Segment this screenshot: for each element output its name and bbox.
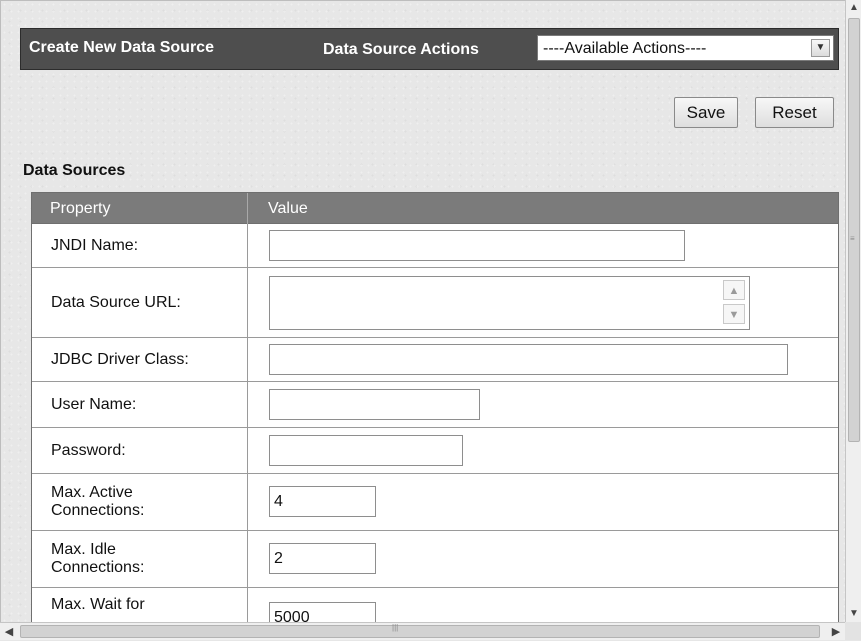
table-row: Password: — [32, 428, 838, 474]
jndi-name-input[interactable] — [269, 230, 685, 261]
header-bar: Create New Data Source Data Source Actio… — [20, 28, 839, 70]
row-label: Data Source URL: — [32, 268, 248, 337]
row-value: ▲ ▼ — [249, 268, 838, 337]
column-header-value: Value — [268, 200, 308, 217]
textarea-scrollbar[interactable]: ▲ ▼ — [723, 280, 745, 326]
actions-select-value: ----Available Actions---- — [543, 40, 707, 57]
row-value: 4 — [249, 474, 838, 530]
table-row: User Name: — [32, 382, 838, 428]
chevron-down-icon[interactable]: ▼ — [811, 39, 830, 57]
row-value: 5000 — [249, 588, 838, 622]
row-label: Max. Wait for — [32, 588, 248, 622]
row-label-text: Password: — [51, 441, 126, 459]
vertical-scroll-thumb[interactable] — [848, 18, 860, 442]
table-row: Max. Active Connections: 4 — [32, 474, 838, 531]
column-divider — [247, 193, 248, 224]
row-label: JNDI Name: — [32, 224, 248, 267]
table-row: Max. Wait for 5000 — [32, 588, 838, 622]
row-label: User Name: — [32, 382, 248, 427]
max-active-connections-input[interactable]: 4 — [269, 486, 376, 517]
row-label: JDBC Driver Class: — [32, 338, 248, 381]
row-label-text: JNDI Name: — [51, 236, 139, 254]
arrow-left-icon[interactable]: ◀ — [0, 623, 18, 641]
row-value — [249, 224, 838, 267]
section-heading: Data Sources — [23, 162, 126, 179]
vertical-scrollbar[interactable]: ▲ ≡ ▼ — [845, 0, 861, 622]
row-label-text: Max. Idle Connections: — [51, 541, 145, 576]
row-label: Max. Active Connections: — [32, 474, 248, 530]
column-header-property: Property — [50, 200, 111, 217]
row-value — [249, 338, 838, 381]
arrow-down-icon[interactable]: ▼ — [846, 606, 861, 622]
actions-label: Data Source Actions — [323, 41, 479, 58]
page-viewport: Create New Data Source Data Source Actio… — [0, 0, 845, 622]
scroll-grip-icon: ||| — [392, 623, 399, 632]
save-button[interactable]: Save — [674, 97, 738, 128]
data-source-url-textarea[interactable]: ▲ ▼ — [269, 276, 750, 330]
row-label-text: JDBC Driver Class: — [51, 350, 189, 368]
table-header: Property Value — [32, 193, 838, 224]
row-label-text: Data Source URL: — [51, 293, 181, 311]
row-label: Max. Idle Connections: — [32, 531, 248, 587]
arrow-right-icon[interactable]: ▶ — [827, 623, 845, 641]
horizontal-scroll-thumb[interactable] — [20, 625, 820, 638]
table-row: JNDI Name: — [32, 224, 838, 268]
jdbc-driver-class-input[interactable] — [269, 344, 788, 375]
password-input[interactable] — [269, 435, 463, 466]
scroll-grip-icon: ≡ — [850, 234, 855, 243]
table-row: Max. Idle Connections: 2 — [32, 531, 838, 588]
max-wait-input[interactable]: 5000 — [269, 602, 376, 622]
horizontal-scrollbar[interactable]: ◀ ||| ▶ — [0, 622, 845, 640]
row-value: 2 — [249, 531, 838, 587]
page-title: Create New Data Source — [29, 39, 214, 56]
data-sources-table: Property Value JNDI Name: Data Source UR… — [31, 192, 839, 622]
max-idle-connections-input[interactable]: 2 — [269, 543, 376, 574]
row-label-text: Max. Active Connections: — [51, 484, 145, 519]
actions-select[interactable]: ----Available Actions---- ▼ — [537, 35, 834, 61]
arrow-down-icon[interactable]: ▼ — [723, 304, 745, 324]
row-label-text: Max. Wait for — [51, 596, 145, 613]
table-row: JDBC Driver Class: — [32, 338, 838, 382]
user-name-input[interactable] — [269, 389, 480, 420]
row-label-text: User Name: — [51, 395, 137, 413]
arrow-up-icon[interactable]: ▲ — [846, 0, 861, 16]
scrollbar-corner — [845, 622, 861, 640]
reset-button[interactable]: Reset — [755, 97, 834, 128]
row-label: Password: — [32, 428, 248, 473]
table-row: Data Source URL: ▲ ▼ — [32, 268, 838, 338]
row-value — [249, 428, 838, 473]
row-value — [249, 382, 838, 427]
arrow-up-icon[interactable]: ▲ — [723, 280, 745, 300]
